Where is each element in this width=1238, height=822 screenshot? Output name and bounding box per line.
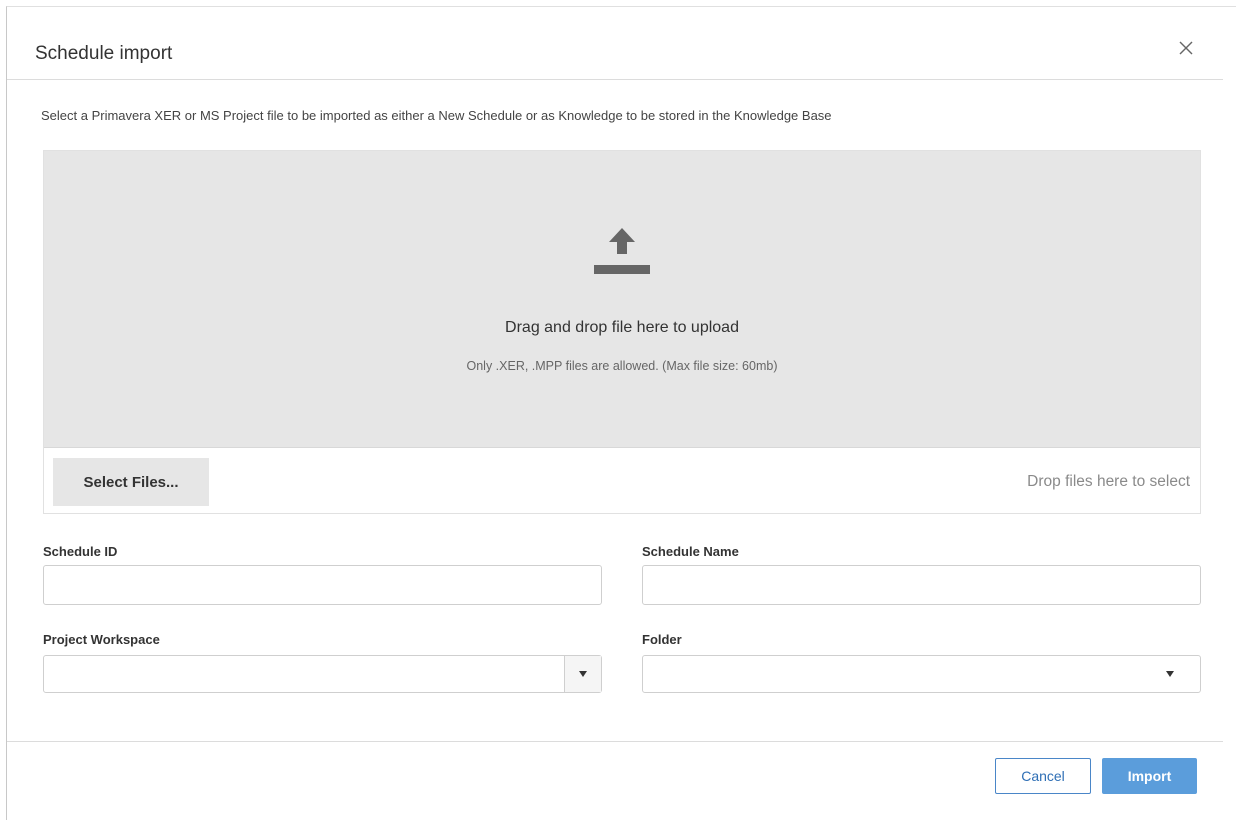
drop-title: Drag and drop file here to upload (505, 319, 739, 336)
schedule-id-label: Schedule ID (43, 544, 118, 559)
file-type-hint: Only .XER, .MPP files are allowed. (Max … (466, 359, 778, 373)
project-workspace-select[interactable] (43, 655, 602, 693)
folder-select[interactable] (642, 655, 1201, 693)
project-workspace-label: Project Workspace (43, 632, 160, 647)
file-upload-dropzone[interactable]: Drag and drop file here to upload Only .… (43, 150, 1201, 514)
footer-divider (7, 741, 1223, 742)
schedule-name-label: Schedule Name (642, 544, 739, 559)
dialog-header: Schedule import (7, 7, 1223, 80)
caret-down-icon (1166, 671, 1174, 677)
project-workspace-dropdown-button[interactable] (564, 656, 601, 692)
drop-files-hint: Drop files here to select (1027, 473, 1190, 490)
drop-area[interactable]: Drag and drop file here to upload Only .… (44, 151, 1200, 448)
upload-icon (594, 224, 650, 280)
folder-label: Folder (642, 632, 682, 647)
dialog-description: Select a Primavera XER or MS Project fil… (41, 108, 832, 123)
import-button[interactable]: Import (1102, 758, 1197, 794)
dialog-title: Schedule import (35, 43, 173, 64)
caret-down-icon (579, 671, 587, 677)
cancel-button[interactable]: Cancel (995, 758, 1091, 794)
schedule-name-input[interactable] (642, 565, 1201, 605)
schedule-import-dialog: Schedule import Select a Primavera XER o… (6, 6, 1236, 820)
close-icon[interactable] (1175, 37, 1197, 59)
schedule-id-input[interactable] (43, 565, 602, 605)
select-files-button[interactable]: Select Files... (53, 458, 209, 506)
